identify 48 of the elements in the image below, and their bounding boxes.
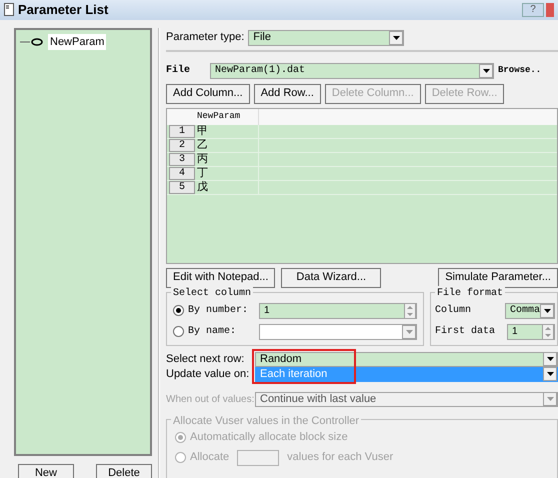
button[interactable]: Add Column... — [166, 84, 250, 104]
help-button[interactable]: ? — [522, 2, 544, 17]
table-cell: 丁 — [197, 166, 259, 180]
button[interactable]: Simulate Parameter... — [438, 268, 558, 288]
button[interactable]: Delete — [96, 464, 152, 478]
field-label: Update value on: — [166, 366, 250, 382]
spin-arrows-icon[interactable] — [404, 302, 416, 318]
radio-label: Allocate — [190, 450, 230, 466]
parameter-icon — [20, 38, 44, 46]
number-field[interactable]: 1 — [507, 324, 555, 340]
field-label: Parameter type: — [166, 30, 244, 46]
field-label: Select next row: — [166, 352, 246, 367]
dropdown-field[interactable] — [259, 324, 417, 340]
browse-button[interactable]: Browse.. — [496, 64, 544, 78]
field-label: First data — [435, 324, 496, 339]
column-header: NewParam — [197, 108, 259, 124]
button[interactable]: Data Wizard... — [281, 268, 382, 288]
close-icon[interactable] — [546, 2, 554, 17]
radio-label: Automatically allocate block size — [190, 430, 348, 446]
row-header: 2 — [169, 138, 195, 152]
field-label: values for each Vuser — [287, 450, 394, 466]
field-label: File — [166, 64, 192, 78]
row-header: 5 — [169, 180, 195, 194]
radio-label: By number: — [188, 304, 248, 318]
dropdown-field[interactable]: NewParam(1).dat — [210, 62, 494, 78]
table-cell: 甲 — [197, 124, 259, 138]
row-header: 4 — [169, 166, 195, 180]
row-header: 3 — [169, 152, 195, 166]
radio-label: By name: — [188, 325, 236, 339]
button[interactable]: Edit with Notepad... — [166, 268, 276, 288]
field-label: When out of values: — [166, 392, 255, 406]
button[interactable]: Add Row... — [254, 84, 321, 104]
dropdown-field[interactable]: Comma — [504, 302, 555, 318]
button[interactable]: New — [18, 464, 74, 478]
radio-button[interactable] — [173, 326, 184, 337]
table-cell: 戊 — [197, 180, 259, 194]
window-title: Parameter List — [18, 1, 108, 19]
document-icon — [4, 3, 14, 16]
row-header: 1 — [169, 124, 195, 138]
table-cell: 乙 — [197, 138, 259, 152]
number-field[interactable]: 1 — [259, 302, 417, 318]
field-label: Column — [435, 304, 472, 318]
radio-button[interactable] — [173, 305, 184, 316]
tree-item[interactable]: NewParam — [20, 34, 150, 50]
spin-arrows-icon[interactable] — [542, 324, 554, 340]
table-cell: 丙 — [197, 152, 259, 166]
dropdown-field[interactable]: File — [248, 30, 404, 46]
dropdown-field[interactable]: Random — [255, 352, 558, 366]
